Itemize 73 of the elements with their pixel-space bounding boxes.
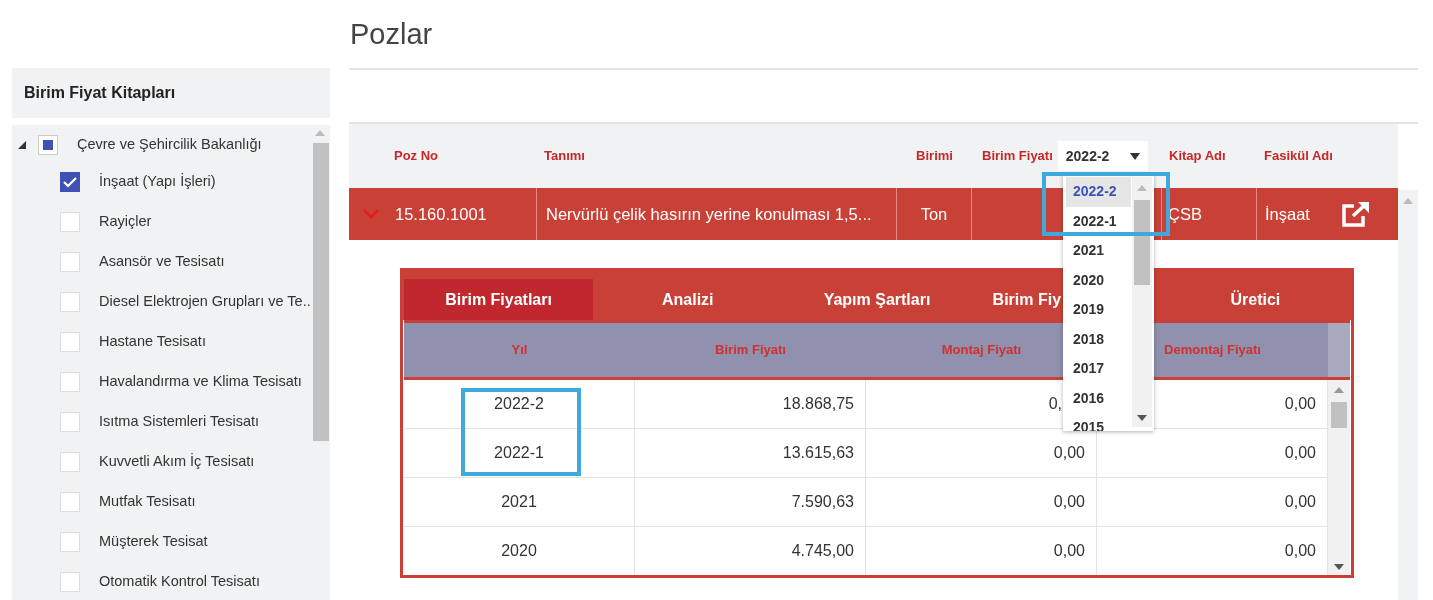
checkbox[interactable] (38, 135, 58, 155)
scrollbar[interactable] (1328, 323, 1350, 377)
table-cell: 2021 (404, 478, 635, 526)
table-cell-text: İnşaat (1265, 203, 1310, 225)
column-header[interactable]: Birim Fiyatı (982, 146, 1053, 166)
tab[interactable]: Birim Fiyatları (404, 279, 594, 320)
tree-item[interactable]: Asansör ve Tesisatı (99, 251, 225, 273)
checkbox[interactable] (60, 572, 80, 592)
tree-item[interactable]: Rayiçler (99, 211, 152, 233)
tree-item[interactable]: Havalandırma ve Klima Tesisatı (99, 371, 302, 393)
collapse-icon[interactable] (18, 141, 26, 149)
scroll-down-icon[interactable] (1137, 415, 1147, 421)
table-cell: Ton (897, 188, 972, 240)
scroll-down-icon[interactable] (1334, 564, 1344, 570)
tree-item[interactable]: Diesel Elektrojen Grupları ve Te.. (99, 291, 311, 313)
tree-item[interactable]: Otomatik Kontrol Tesisatı (99, 571, 260, 593)
table-cell: 18.868,75 (635, 380, 866, 428)
column-header[interactable]: Fasikül Adı (1257, 146, 1397, 166)
checkbox[interactable] (60, 532, 80, 552)
scroll-up-icon[interactable] (315, 130, 325, 136)
dropdown-caret-icon (1129, 152, 1140, 160)
checkbox[interactable] (60, 412, 80, 432)
chevron-down-icon[interactable] (363, 209, 379, 219)
checkbox[interactable] (60, 292, 80, 312)
scrollbar[interactable] (1132, 177, 1152, 427)
table-cell: 2022-2 (404, 380, 635, 428)
sidebar-title: Birim Fiyat Kitapları (24, 83, 176, 103)
checkbox[interactable] (60, 492, 80, 512)
scrollbar[interactable] (1328, 380, 1350, 575)
dropdown-option[interactable]: 2019 (1066, 295, 1131, 325)
table-cell: ÇSB (1162, 188, 1257, 240)
table-cell: Nervürlü çelik hasırın yerine konulması 1,5... (537, 188, 897, 240)
checkbox[interactable] (60, 332, 80, 352)
scroll-up-icon[interactable] (1334, 387, 1344, 393)
checkbox[interactable] (60, 452, 80, 472)
column-header[interactable]: Tanımı (537, 146, 897, 166)
scroll-thumb[interactable] (1134, 200, 1150, 285)
column-header[interactable]: Poz No (387, 146, 537, 166)
tab[interactable]: Üretici (1160, 279, 1350, 320)
tab[interactable]: Analizi (593, 279, 783, 320)
checkbox[interactable] (60, 252, 80, 272)
scrollbar[interactable] (1398, 190, 1418, 600)
table-cell: 0,00 (866, 478, 1097, 526)
dropdown-option[interactable]: 2022-2 (1066, 177, 1131, 207)
scroll-thumb[interactable] (313, 143, 329, 441)
table-cell: 2020 (404, 527, 635, 575)
tree-item[interactable]: Müşterek Tesisat (99, 531, 208, 553)
page-title: Pozlar (350, 16, 433, 52)
tree-item[interactable]: Kuvvetli Akım İç Tesisatı (99, 451, 255, 473)
dropdown-option[interactable]: 2020 (1066, 265, 1131, 295)
table-cell: 2022-1 (404, 429, 635, 477)
scroll-up-icon[interactable] (1403, 198, 1413, 204)
scroll-thumb[interactable] (1331, 402, 1347, 428)
scroll-up-icon[interactable] (1137, 185, 1147, 191)
checkbox[interactable] (60, 172, 80, 192)
table-cell: 15.160.1001 (387, 188, 537, 240)
external-link-icon[interactable] (1341, 200, 1371, 228)
table-cell: 13.615,63 (635, 429, 866, 477)
tab[interactable]: Yapım Şartları (782, 279, 972, 320)
year-select[interactable]: 2022-2 (1057, 141, 1148, 171)
tree-item[interactable]: İnşaat (Yapı İşleri) (99, 171, 216, 193)
checkbox[interactable] (60, 372, 80, 392)
column-header[interactable]: Kitap Adı (1162, 146, 1257, 166)
table-cell: 0,00 (866, 527, 1097, 575)
tree-item[interactable]: Mutfak Tesisatı (99, 491, 196, 513)
tree-item[interactable]: Çevre ve Şehircilik Bakanlığı (77, 134, 262, 156)
table-cell: 4.745,00 (635, 527, 866, 575)
checkbox[interactable] (60, 212, 80, 232)
tree-item[interactable]: Isıtma Sistemleri Tesisatı (99, 411, 260, 433)
tree-item[interactable]: Hastane Tesisatı (99, 331, 206, 353)
table-cell: 7.590,63 (635, 478, 866, 526)
dropdown-option[interactable]: 2018 (1066, 324, 1131, 354)
column-header[interactable]: Birimi (897, 146, 972, 166)
